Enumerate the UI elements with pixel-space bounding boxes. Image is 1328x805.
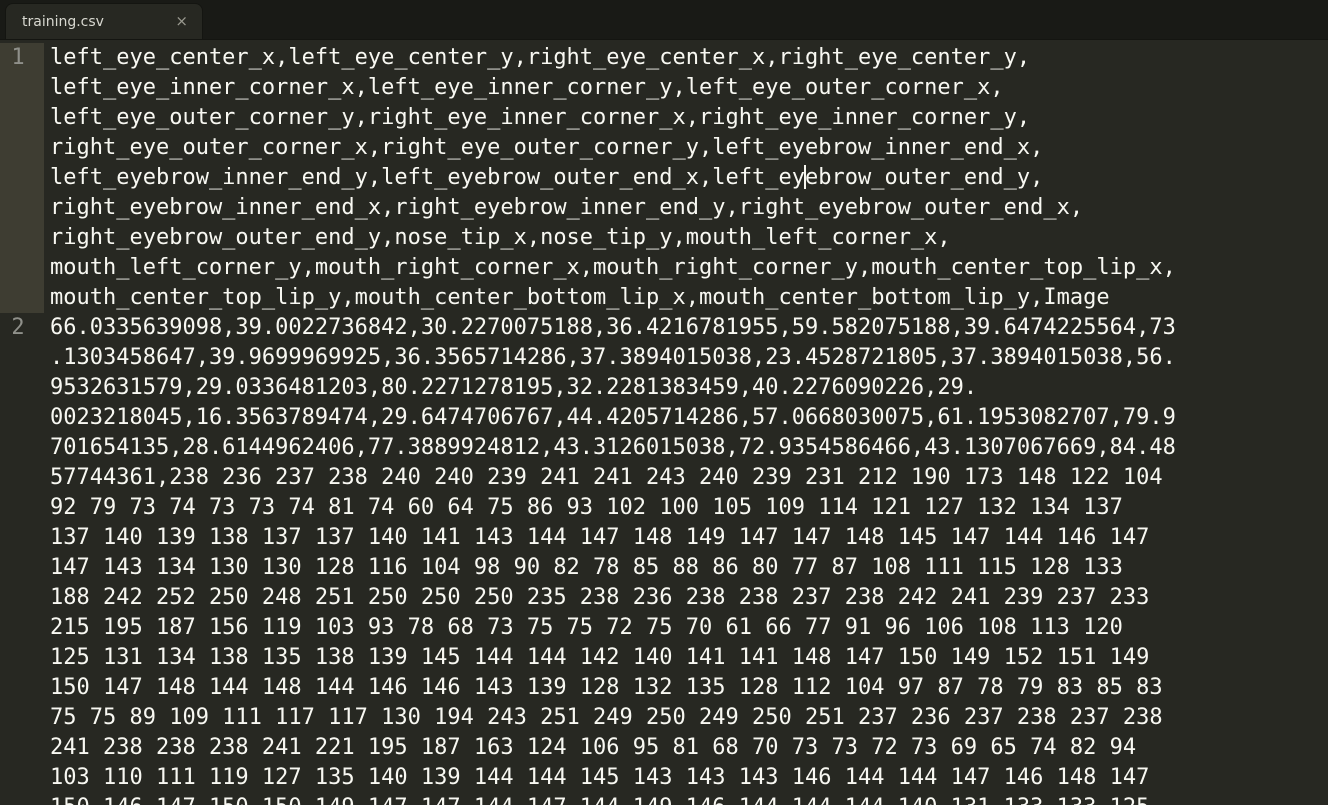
header-row: left_eye_center_x,left_eye_center_y,righ… (50, 45, 1031, 70)
data-row: 137 140 139 138 137 137 140 141 143 144 … (50, 525, 1150, 550)
header-row: right_eye_outer_corner_x,right_eye_outer… (50, 135, 1044, 160)
text-after-caret: ebrow_outer_end_y, (804, 165, 1044, 190)
header-row: left_eye_outer_corner_y,right_eye_inner_… (50, 105, 1031, 130)
current-line-highlight (0, 43, 44, 313)
data-row: 75 75 89 109 111 117 117 130 194 243 251… (50, 705, 1163, 730)
text-before-caret: left_eyebrow_inner_end_y,left_eyebrow_ou… (50, 165, 805, 190)
data-row: 188 242 252 250 248 251 250 250 250 235 … (50, 585, 1150, 610)
data-row: 9532631579,29.0336481203,80.2271278195,3… (50, 375, 978, 400)
data-row: 215 195 187 156 119 103 93 78 68 73 75 7… (50, 615, 1123, 640)
data-row: 150 146 147 150 150 149 147 147 144 147 … (50, 793, 1328, 805)
csv-data-line: 66.0335639098,39.0022736842,30.227007518… (50, 313, 1328, 805)
text-content[interactable]: left_eye_center_x,left_eye_center_y,righ… (50, 43, 1328, 805)
line-number-2: 2 (11, 315, 25, 340)
data-row: 701654135,28.6144962406,77.3889924812,43… (50, 435, 1176, 460)
header-row: mouth_center_top_lip_y,mouth_center_bott… (50, 285, 1110, 310)
header-row: left_eyebrow_inner_end_y,left_eyebrow_ou… (50, 163, 1328, 193)
text-editor[interactable]: 1 2 left_eye_center_x,left_eye_center_y,… (0, 40, 1328, 805)
data-row: .1303458647,39.9699969925,36.3565714286,… (50, 345, 1176, 370)
data-row: 57744361,238 236 237 238 240 240 239 241… (50, 465, 1163, 490)
header-row: right_eyebrow_inner_end_x,right_eyebrow_… (50, 195, 1084, 220)
close-icon[interactable]: × (175, 14, 188, 29)
editor-window: training.csv × 1 2 left_eye_center_x,lef… (0, 0, 1328, 805)
data-row: 147 143 134 130 130 128 116 104 98 90 82… (50, 555, 1123, 580)
header-row: right_eyebrow_outer_end_y,nose_tip_x,nos… (50, 225, 951, 250)
data-row: 66.0335639098,39.0022736842,30.227007518… (50, 315, 1176, 340)
data-row: 150 147 148 144 148 144 146 146 143 139 … (50, 675, 1163, 700)
tab-label: training.csv (22, 13, 104, 30)
data-row: 241 238 238 238 241 221 195 187 163 124 … (50, 735, 1137, 760)
header-row: left_eye_inner_corner_x,left_eye_inner_c… (50, 75, 1004, 100)
line-number-gutter: 1 2 (0, 40, 44, 805)
data-row: 103 110 111 119 127 135 140 139 144 144 … (50, 765, 1150, 790)
header-row: mouth_left_corner_y,mouth_right_corner_x… (50, 255, 1176, 280)
tab-training-csv[interactable]: training.csv × (6, 4, 202, 39)
data-row: 92 79 73 74 73 73 74 81 74 60 64 75 86 9… (50, 495, 1123, 520)
csv-header-line: left_eye_center_x,left_eye_center_y,righ… (50, 43, 1328, 313)
data-row: 125 131 134 138 135 138 139 145 144 144 … (50, 645, 1150, 670)
tab-bar: training.csv × (0, 0, 1328, 40)
line-number-1: 1 (11, 45, 25, 70)
data-row: 0023218045,16.3563789474,29.6474706767,4… (50, 405, 1176, 430)
